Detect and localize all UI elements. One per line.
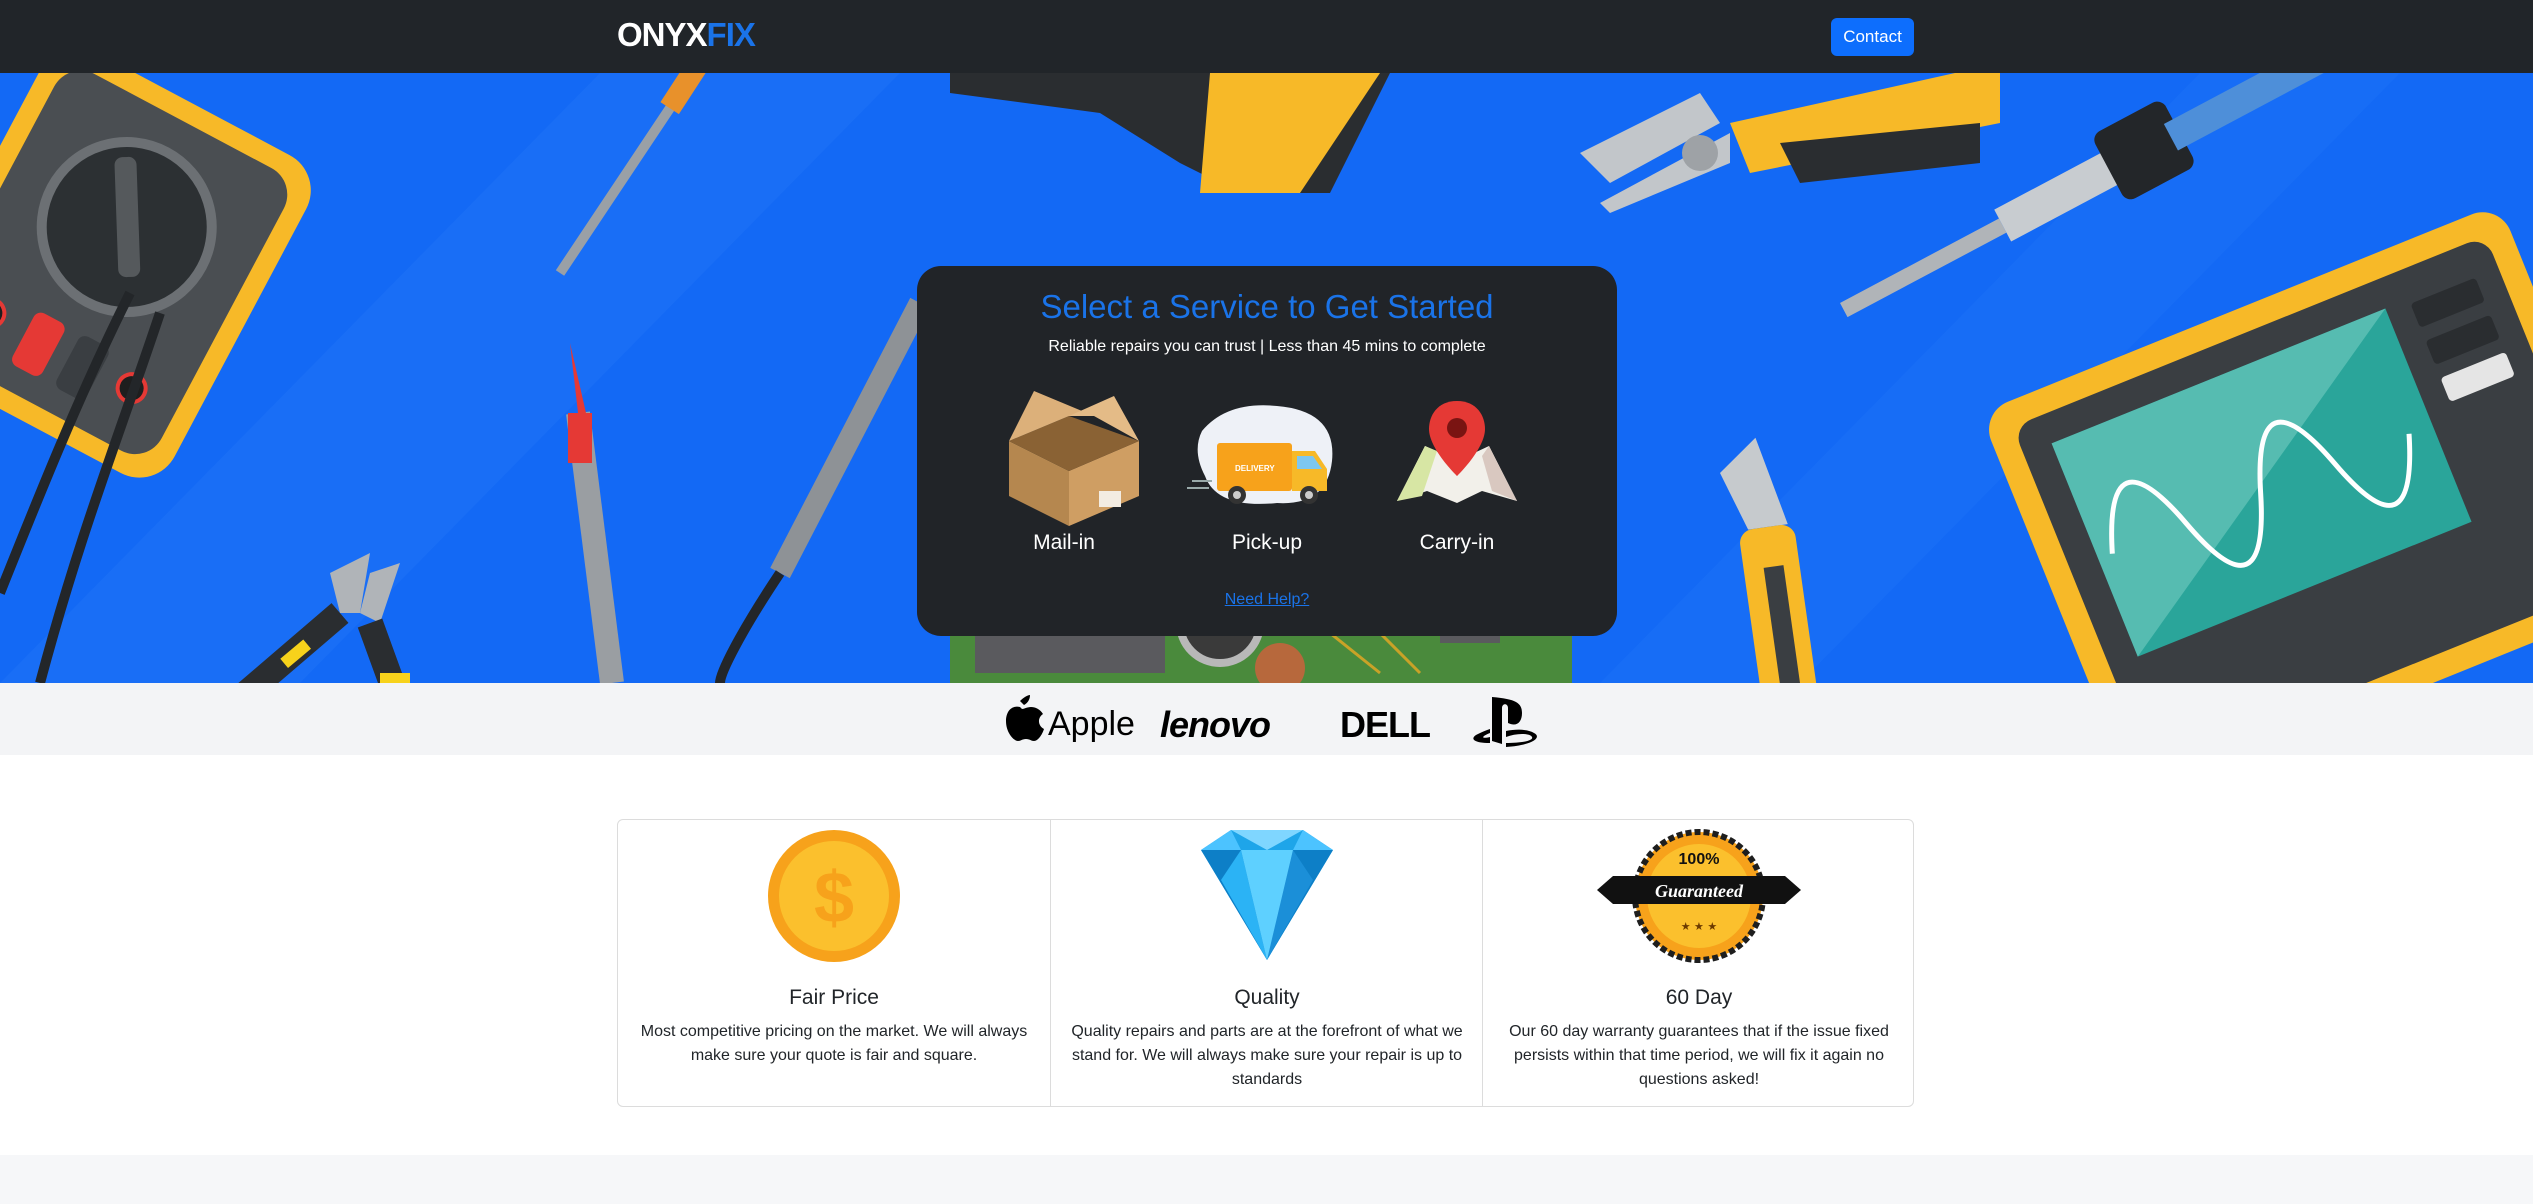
feature-title-quality: Quality [1234,986,1300,1009]
feature-card-warranty: 100% Guaranteed ★ ★ ★ 60 Day Our 60 day … [1482,820,1914,1106]
svg-text:$: $ [814,858,854,938]
service-panel-subtitle: Reliable repairs you can trust | Less th… [1048,338,1486,355]
apple-logo: Apple [1006,695,1135,743]
service-label-mail-in: Mail-in [1033,531,1095,554]
diamond-icon [1201,830,1333,960]
contact-button[interactable]: Contact [1831,18,1914,56]
guarantee-badge-icon: 100% Guaranteed ★ ★ ★ [1597,829,1801,963]
brand-fix: FIX [706,16,756,53]
service-selector-panel: Select a Service to Get Started Reliable… [917,266,1617,636]
service-label-pick-up: Pick-up [1231,531,1303,554]
box-icon [1009,391,1139,526]
feature-text-fair-price: Most competitive pricing on the market. … [640,1023,1028,1064]
service-pick-up[interactable]: DELIVERY Pick-up [1187,391,1347,561]
service-carry-in[interactable]: Carry-in [1377,391,1537,561]
feature-text-quality: Quality repairs and parts are at the for… [1071,1023,1463,1088]
feature-card-fair-price: $ Fair Price Most competitive pricing on… [618,820,1050,1106]
brand-logos: Apple lenovo DELL [1006,695,1537,747]
brand-onyx: ONYX [617,16,708,53]
truck-text: DELIVERY [1235,464,1275,473]
delivery-truck-icon: DELIVERY [1187,405,1333,504]
features-card-group: $ Fair Price Most competitive pricing on… [617,819,1914,1107]
service-mail-in[interactable]: Mail-in [984,391,1144,561]
apple-wordmark: Apple [1048,705,1135,743]
feature-title-warranty: 60 Day [1665,986,1733,1009]
footer-strip [0,1155,2533,1204]
hero-banner: Select a Service to Get Started Reliable… [0,73,2533,683]
coin-icon: $ [768,830,900,962]
top-navbar: ONYXFIX Contact [0,0,2533,73]
lenovo-logo: lenovo [1160,704,1270,745]
brand-logo[interactable]: ONYXFIX [617,16,756,54]
need-help-link[interactable]: Need Help? [917,591,1617,609]
badge-ribbon: Guaranteed [1655,881,1744,901]
playstation-logo [1473,697,1537,747]
feature-card-quality: Quality Quality repairs and parts are at… [1050,820,1482,1106]
brand-logos-strip: Apple lenovo DELL [0,683,2533,755]
badge-percent: 100% [1679,851,1720,868]
service-label-carry-in: Carry-in [1419,531,1495,554]
feature-title-fair-price: Fair Price [789,986,879,1009]
dell-logo: DELL [1340,704,1430,745]
badge-stars: ★ ★ ★ [1681,920,1718,933]
feature-text-warranty: Our 60 day warranty guarantees that if t… [1509,1023,1889,1088]
service-panel-title: Select a Service to Get Started [1040,288,1494,325]
map-pin-icon [1397,401,1517,503]
